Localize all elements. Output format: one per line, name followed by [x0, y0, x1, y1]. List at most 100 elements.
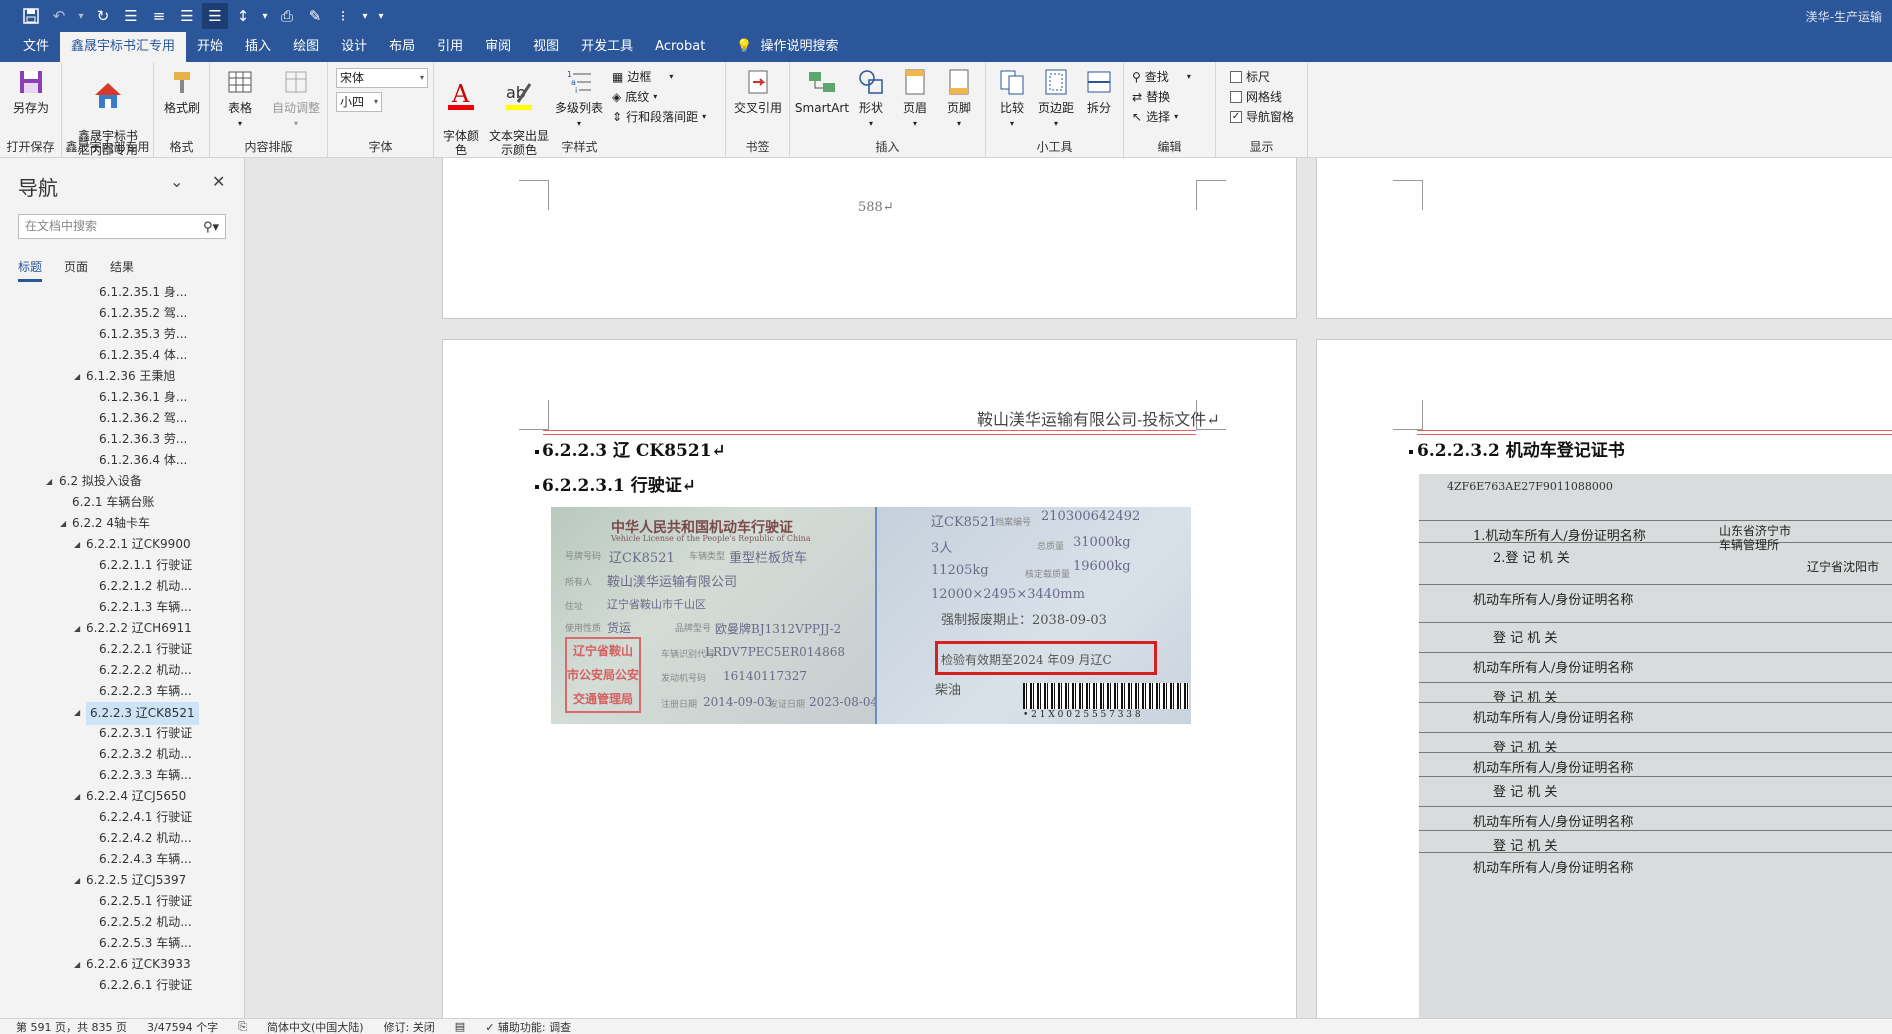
- heading-license[interactable]: 6.2.2.3.1 行驶证↵: [542, 471, 696, 496]
- nav-heading-item[interactable]: 6.1.2.35.3 劳...: [0, 324, 244, 345]
- nav-options-icon[interactable]: ⌄: [170, 172, 183, 191]
- tab-layout[interactable]: 布局: [378, 32, 426, 62]
- nav-heading-item[interactable]: 6.2.2.2.2 机动...: [0, 660, 244, 681]
- redo-icon[interactable]: ↻: [90, 3, 116, 29]
- nav-heading-item[interactable]: 6.2.2.6.1 行驶证: [0, 975, 244, 996]
- nav-heading-item[interactable]: 6.2.2.4.3 车辆...: [0, 849, 244, 870]
- nav-pane-checkbox[interactable]: ✓ 导航窗格: [1230, 108, 1294, 125]
- tab-references[interactable]: 引用: [426, 32, 474, 62]
- nav-heading-item[interactable]: 6.2.2.3.3 车辆...: [0, 765, 244, 786]
- cross-reference-button[interactable]: 交叉引用: [730, 66, 786, 115]
- nav-tab-headings[interactable]: 标题: [18, 258, 43, 282]
- collapse-triangle-icon[interactable]: ◢: [46, 471, 52, 492]
- collapse-triangle-icon[interactable]: ◢: [74, 870, 80, 891]
- nav-heading-item[interactable]: 6.1.2.36.3 劳...: [0, 429, 244, 450]
- nav-heading-item[interactable]: ◢ 6.2.2.3 辽CK8521: [0, 702, 244, 725]
- gridlines-checkbox[interactable]: 网格线: [1230, 88, 1282, 105]
- nav-heading-item[interactable]: ◢ 6.2.2.1 辽CK9900: [0, 534, 244, 555]
- collapse-triangle-icon[interactable]: ◢: [74, 534, 80, 555]
- smartart-button[interactable]: SmartArt: [794, 66, 850, 115]
- tab-review[interactable]: 审阅: [474, 32, 522, 62]
- find-button[interactable]: ⚲ 查找 ▾: [1132, 68, 1191, 85]
- word-count[interactable]: 3/47594 个字: [147, 1019, 218, 1034]
- nav-heading-item[interactable]: ◢ 6.2.2.4 辽CJ5650: [0, 786, 244, 807]
- font-size-combo[interactable]: 小四 ▾: [336, 92, 382, 112]
- tab-file[interactable]: 文件: [12, 32, 60, 62]
- heading-registration[interactable]: 6.2.2.3.2 机动车登记证书: [1417, 436, 1625, 461]
- nav-heading-item[interactable]: 6.2.2.5.2 机动...: [0, 912, 244, 933]
- replace-button[interactable]: ⇄ 替换: [1132, 88, 1170, 105]
- shape-button[interactable]: 形状 ▾: [850, 66, 892, 131]
- ruler-checkbox[interactable]: 标尺: [1230, 68, 1270, 85]
- table-button[interactable]: 表格 ▾: [218, 66, 262, 131]
- language[interactable]: 简体中文(中国大陆): [267, 1019, 364, 1034]
- nav-heading-item[interactable]: ◢ 6.2.2.5 辽CJ5397: [0, 870, 244, 891]
- format-painter-icon[interactable]: ✎: [302, 3, 328, 29]
- nav-heading-item[interactable]: 6.2.2.4.1 行驶证: [0, 807, 244, 828]
- nav-heading-item[interactable]: 6.2.2.2.1 行驶证: [0, 639, 244, 660]
- shading-button[interactable]: ◈ 底纹 ▾: [612, 88, 657, 105]
- collapse-triangle-icon[interactable]: ◢: [74, 954, 80, 975]
- macro-icon[interactable]: ▤: [455, 1020, 465, 1033]
- tab-draw[interactable]: 绘图: [282, 32, 330, 62]
- align-right-icon[interactable]: ☰: [174, 3, 200, 29]
- justify-icon[interactable]: ☰: [202, 3, 228, 29]
- nav-heading-item[interactable]: ◢ 6.2.2 4轴卡车: [0, 513, 244, 534]
- undo-icon[interactable]: ↶: [46, 3, 72, 29]
- nav-heading-item[interactable]: 6.1.2.36.1 身...: [0, 387, 244, 408]
- tab-acrobat[interactable]: Acrobat: [644, 32, 716, 62]
- nav-heading-item[interactable]: 6.2.2.2.3 车辆...: [0, 681, 244, 702]
- save-as-button[interactable]: 另存为: [6, 66, 56, 115]
- proofing-icon[interactable]: ⎘: [238, 1020, 247, 1034]
- align-left-icon[interactable]: ☰: [118, 3, 144, 29]
- collapse-triangle-icon[interactable]: ◢: [74, 786, 80, 807]
- footer-button[interactable]: 页脚 ▾: [938, 66, 980, 131]
- nav-heading-item[interactable]: 6.1.2.36.4 体...: [0, 450, 244, 471]
- line-spacing-dropdown-icon[interactable]: ▾: [258, 3, 272, 29]
- header-button[interactable]: 页眉 ▾: [894, 66, 936, 131]
- nav-heading-item[interactable]: ◢ 6.2 拟投入设备: [0, 471, 244, 492]
- nav-heading-item[interactable]: 6.2.2.5.1 行驶证: [0, 891, 244, 912]
- auto-adjust-button[interactable]: 自动调整 ▾: [268, 66, 324, 131]
- track-changes[interactable]: 修订: 关闭: [384, 1019, 435, 1034]
- tab-view[interactable]: 视图: [522, 32, 570, 62]
- nav-heading-item[interactable]: 6.2.2.1.1 行驶证: [0, 555, 244, 576]
- compare-button[interactable]: 比较 ▾: [992, 66, 1032, 131]
- multilevel-icon[interactable]: ⁝: [330, 3, 356, 29]
- align-center-icon[interactable]: ≡: [146, 3, 172, 29]
- tell-me-search[interactable]: 💡 操作说明搜索: [716, 32, 838, 62]
- tab-developer[interactable]: 开发工具: [570, 32, 644, 62]
- search-icon[interactable]: ⚲▾: [203, 216, 219, 239]
- tab-xsy[interactable]: 鑫晟宇标书汇专用: [60, 32, 187, 62]
- collapse-triangle-icon[interactable]: ◢: [60, 513, 66, 534]
- nav-heading-item[interactable]: 6.2.1 车辆台账: [0, 492, 244, 513]
- tab-insert[interactable]: 插入: [234, 32, 282, 62]
- nav-heading-item[interactable]: ◢ 6.1.2.36 王秉旭: [0, 366, 244, 387]
- nav-search-input[interactable]: 在文档中搜索 ⚲▾: [18, 214, 226, 239]
- heading-vehicle[interactable]: 6.2.2.3 辽 CK8521↵: [542, 436, 726, 461]
- collapse-triangle-icon[interactable]: ◢: [74, 618, 80, 639]
- nav-heading-item[interactable]: 6.2.2.3.1 行驶证: [0, 723, 244, 744]
- nav-tab-results[interactable]: 结果: [110, 258, 134, 282]
- nav-heading-item[interactable]: 6.2.2.3.2 机动...: [0, 744, 244, 765]
- nav-heading-item[interactable]: 6.1.2.36.2 驾...: [0, 408, 244, 429]
- nav-heading-item[interactable]: 6.2.2.1.3 车辆...: [0, 597, 244, 618]
- nav-heading-item[interactable]: 6.2.2.5.3 车辆...: [0, 933, 244, 954]
- line-spacing-button[interactable]: ⇕ 行和段落间距 ▾: [612, 108, 706, 125]
- nav-heading-item[interactable]: ◢ 6.2.2.6 辽CK3933: [0, 954, 244, 975]
- save-icon[interactable]: [18, 3, 44, 29]
- nav-heading-item[interactable]: 6.2.2.4.2 机动...: [0, 828, 244, 849]
- nav-heading-item[interactable]: 6.2.2.1.2 机动...: [0, 576, 244, 597]
- font-name-combo[interactable]: 宋体 ▾: [336, 68, 428, 88]
- nav-heading-item[interactable]: 6.1.2.35.2 驾...: [0, 303, 244, 324]
- select-button[interactable]: ↖ 选择 ▾: [1132, 108, 1178, 125]
- nav-tab-pages[interactable]: 页面: [64, 258, 88, 282]
- collapse-triangle-icon[interactable]: ◢: [74, 702, 80, 723]
- collapse-triangle-icon[interactable]: ◢: [74, 366, 80, 387]
- nav-heading-item[interactable]: ◢ 6.2.2.2 辽CH6911: [0, 618, 244, 639]
- margins-button[interactable]: 页边距 ▾: [1034, 66, 1078, 131]
- page-count[interactable]: 第 591 页，共 835 页: [16, 1019, 127, 1034]
- undo-dropdown-icon[interactable]: ▾: [74, 3, 88, 29]
- tab-home[interactable]: 开始: [186, 32, 234, 62]
- multilevel-list-button[interactable]: 1ai 多级列表 ▾: [552, 66, 606, 131]
